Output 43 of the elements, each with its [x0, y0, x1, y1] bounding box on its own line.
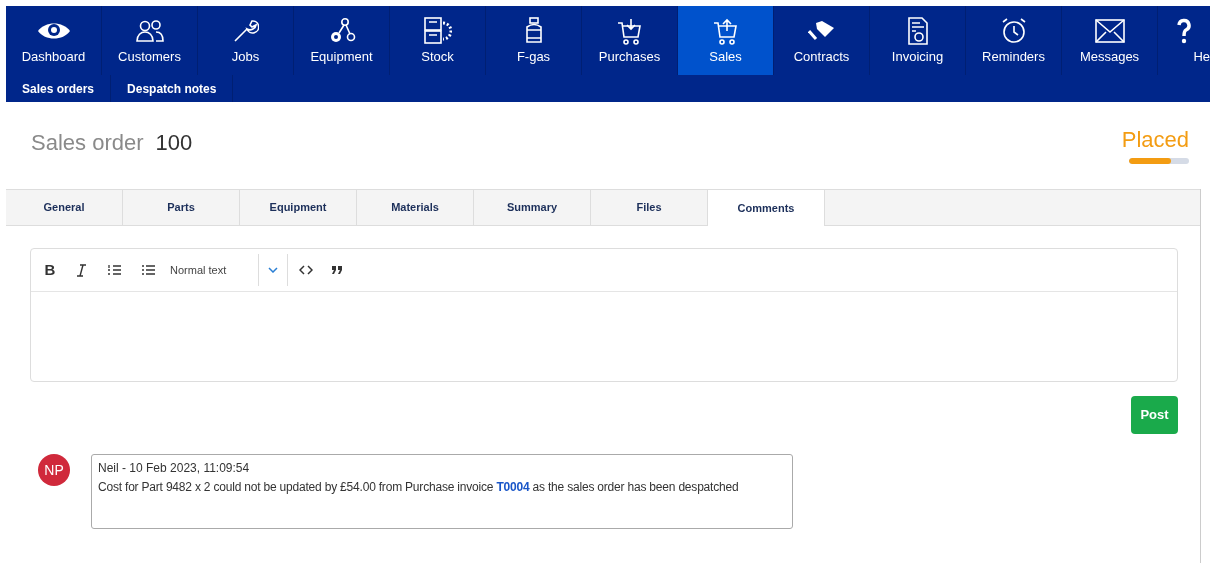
comment-text: Cost for Part 9482 x 2 could not be updated by £54.00 from Purchase invoice T0004 as the sales order has been despatched — [98, 479, 740, 496]
nav-item[interactable]: Jobs — [198, 6, 294, 75]
tab[interactable]: Summary — [474, 190, 591, 226]
nav-item[interactable]: Reminders — [966, 6, 1062, 75]
code-icon[interactable] — [299, 265, 313, 275]
order-number: 100 — [155, 129, 193, 157]
nav-item[interactable]: F-gas — [486, 6, 582, 75]
tab[interactable]: Comments — [708, 190, 825, 226]
avatar: NP — [38, 454, 70, 486]
nav-item[interactable]: Dashboard — [6, 6, 102, 75]
nav-item[interactable]: He — [1158, 6, 1210, 75]
chevron-down-icon[interactable] — [268, 267, 278, 273]
nav-item[interactable]: Messages — [1062, 6, 1158, 75]
subnav-link[interactable]: Despatch notes — [111, 75, 234, 102]
subnav-link[interactable]: Sales orders — [6, 75, 112, 102]
tab[interactable]: Parts — [123, 190, 240, 226]
wrench-icon — [232, 18, 259, 44]
comment-meta: Neil - 10 Feb 2023, 11:09:54 — [98, 460, 251, 477]
invoice-icon — [906, 17, 929, 45]
cabinet-gear-icon — [423, 17, 452, 45]
nav-item[interactable]: Equipment — [294, 6, 390, 75]
page-title: Sales order — [31, 129, 144, 157]
invoice-link[interactable]: T0004 — [496, 480, 530, 494]
italic-icon[interactable] — [77, 263, 86, 277]
nav-item[interactable]: Customers — [102, 6, 198, 75]
tab[interactable]: Equipment — [240, 190, 357, 226]
nav-item[interactable]: Stock — [390, 6, 486, 75]
tab[interactable]: Materials — [357, 190, 474, 226]
quote-icon[interactable] — [332, 266, 343, 274]
nav-item[interactable]: Contracts — [774, 6, 870, 75]
text-format-select[interactable]: Normal text — [170, 261, 258, 279]
gas-cylinder-icon — [523, 17, 544, 45]
cart-down-icon — [616, 17, 643, 45]
nav-item[interactable]: Sales — [678, 6, 774, 75]
people-icon — [135, 20, 164, 42]
bullet-list-icon[interactable] — [142, 264, 155, 276]
status-label: Placed — [1121, 126, 1189, 154]
cart-up-icon — [712, 17, 739, 45]
envelope-icon — [1094, 19, 1125, 43]
nav-item[interactable]: Invoicing — [870, 6, 966, 75]
tab[interactable]: General — [6, 190, 123, 226]
bold-button[interactable]: B — [44, 258, 56, 282]
question-mark-icon — [1177, 18, 1191, 44]
